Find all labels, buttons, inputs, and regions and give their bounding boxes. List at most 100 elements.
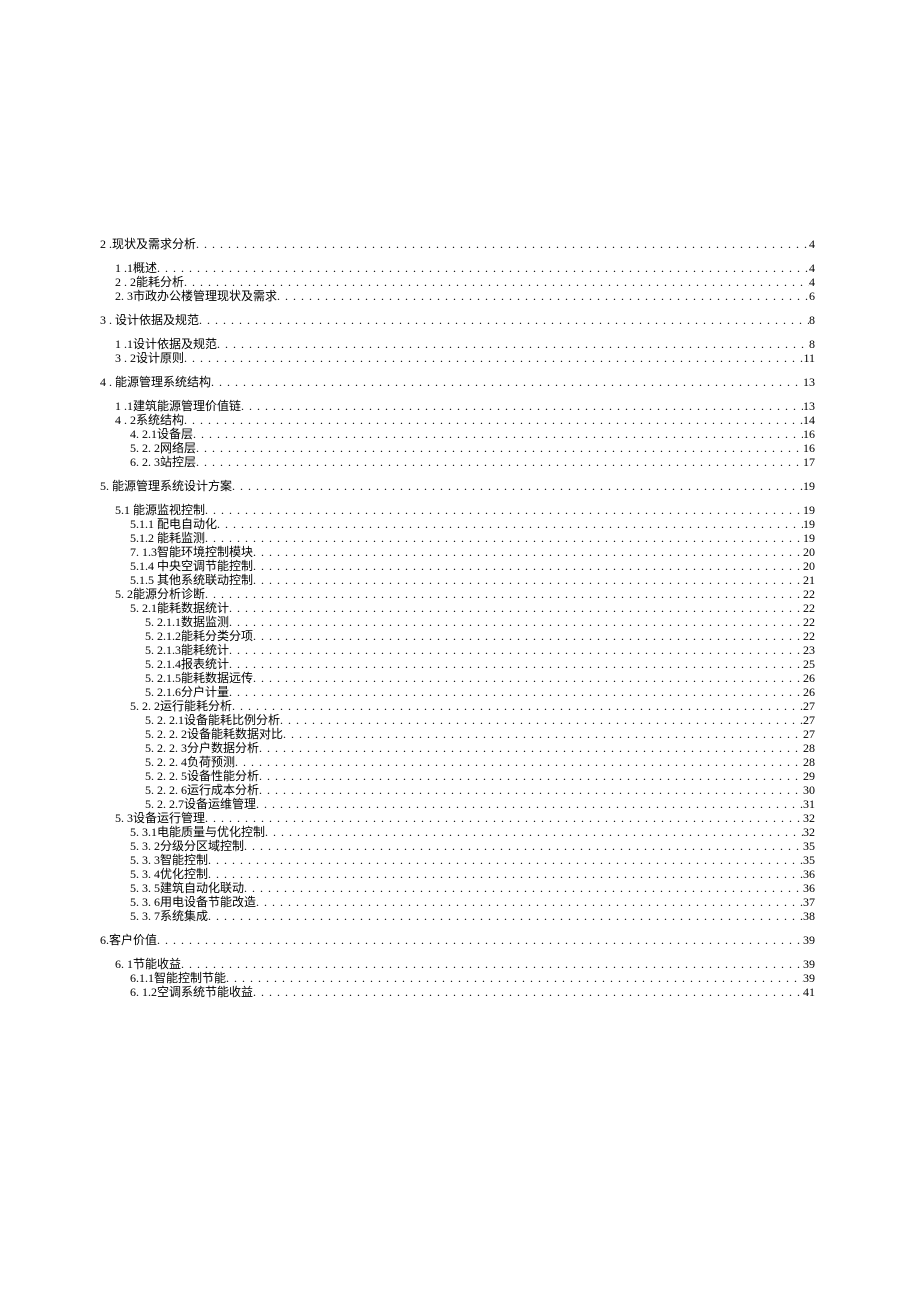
toc-leader-dots (157, 261, 809, 275)
toc-entry-label: 5. 2.1.6分户计量 (145, 685, 229, 699)
toc-entry-label: 5. 2.1.2能耗分类分项 (145, 629, 253, 643)
toc-entry-label: 5. 3. 2分级分区域控制 (130, 839, 244, 853)
toc-entry-page: 22 (803, 587, 815, 601)
toc-entry-label: 5.1.2 能耗监测 (130, 531, 205, 545)
toc-entry-page: 19 (803, 517, 815, 531)
toc-entry: 5. 2. 2. 4负荷预测28 (100, 755, 815, 769)
toc-leader-dots (196, 237, 809, 251)
toc-leader-dots (184, 275, 809, 289)
toc-leader-dots (211, 375, 803, 389)
toc-entry-page: 27 (803, 713, 815, 727)
toc-entry: 5. 2.1.6分户计量26 (100, 685, 815, 699)
toc-section-gap (100, 251, 815, 261)
toc-entry: 5. 2. 2. 6运行成本分析30 (100, 783, 815, 797)
toc-section-gap (100, 493, 815, 503)
toc-leader-dots (217, 517, 803, 531)
toc-entry-label: 5. 2.1.1数据监测 (145, 615, 229, 629)
toc-entry-page: 35 (803, 853, 815, 867)
toc-entry: 5. 2. 2网络层16 (100, 441, 815, 455)
toc-entry-page: 22 (803, 615, 815, 629)
toc-leader-dots (157, 933, 803, 947)
toc-entry-label: 5. 能源管理系统设计方案 (100, 479, 232, 493)
toc-entry: 5. 2.1.2能耗分类分项 22 (100, 629, 815, 643)
toc-entry: 5.1.4 中央空调节能控制20 (100, 559, 815, 573)
toc-entry-page: 19 (803, 503, 815, 517)
toc-entry-label: 5. 3. 3智能控制 (130, 853, 208, 867)
toc-entry: 5. 2.1能耗数据统计22 (100, 601, 815, 615)
toc-leader-dots (181, 957, 803, 971)
toc-entry: 5. 2. 2.1设备能耗比例分析27 (100, 713, 815, 727)
toc-entry-page: 30 (803, 783, 815, 797)
toc-leader-dots (232, 479, 803, 493)
toc-entry: 7. 1.3智能环境控制模块20 (100, 545, 815, 559)
toc-entry-page: 4 (809, 237, 815, 251)
toc-leader-dots (205, 587, 803, 601)
toc-leader-dots (256, 797, 803, 811)
toc-entry-page: 28 (803, 755, 815, 769)
toc-entry: 5. 2.1.4报表统计25 (100, 657, 815, 671)
toc-entry-label: 5.1.4 中央空调节能控制 (130, 559, 253, 573)
toc-entry-label: 6. 1节能收益 (115, 957, 181, 971)
toc-entry: 5.1.2 能耗监测19 (100, 531, 815, 545)
toc-leader-dots (232, 699, 803, 713)
toc-entry: 2 .现状及需求分析4 (100, 237, 815, 251)
toc-leader-dots (253, 671, 803, 685)
toc-leader-dots (253, 573, 803, 587)
toc-entry-label: 4. 2.1设备层 (130, 427, 193, 441)
toc-entry-page: 36 (803, 867, 815, 881)
toc-entry-page: 26 (803, 671, 815, 685)
toc-entry-page: 22 (803, 629, 815, 643)
toc-leader-dots (229, 685, 803, 699)
toc-entry: 5. 2. 2.7设备运维管理31 (100, 797, 815, 811)
toc-section-gap (100, 327, 815, 337)
toc-entry-label: 5. 2. 2. 3分户数据分析 (145, 741, 259, 755)
toc-entry: 5.1 能源监视控制19 (100, 503, 815, 517)
toc-leader-dots (283, 727, 803, 741)
toc-entry: 2 . 2能耗分析4 (100, 275, 815, 289)
toc-leader-dots (253, 559, 803, 573)
toc-leader-dots (217, 337, 809, 351)
toc-entry-label: 5. 2. 2. 2设备能耗数据对比 (145, 727, 283, 741)
toc-entry-label: 2. 3市政办公楼管理现状及需求 (115, 289, 277, 303)
toc-entry-page: 11 (803, 351, 815, 365)
toc-entry: 5. 3. 4优化控制36 (100, 867, 815, 881)
toc-entry: 3 . 2设计原则 11 (100, 351, 815, 365)
toc-entry: 6.客户价值39 (100, 933, 815, 947)
toc-entry: 5. 2. 2. 3分户数据分析28 (100, 741, 815, 755)
toc-entry-label: 5. 2. 2.7设备运维管理 (145, 797, 256, 811)
toc-entry: 4 . 能源管理系统结构13 (100, 375, 815, 389)
toc-entry: 6. 1节能收益39 (100, 957, 815, 971)
toc-entry-page: 8 (809, 337, 815, 351)
toc-leader-dots (241, 399, 803, 413)
toc-entry-page: 39 (803, 933, 815, 947)
toc-entry-page: 6 (809, 289, 815, 303)
toc-entry-label: 5. 2. 2. 5设备性能分析 (145, 769, 259, 783)
toc-entry-page: 25 (803, 657, 815, 671)
toc-entry-page: 14 (803, 413, 815, 427)
toc-entry: 5. 能源管理系统设计方案19 (100, 479, 815, 493)
toc-entry-label: 3 . 设计依据及规范 (100, 313, 199, 327)
toc-entry: 5. 3.1电能质量与优化控制 32 (100, 825, 815, 839)
toc-leader-dots (253, 545, 803, 559)
toc-entry-label: 2 . 2能耗分析 (115, 275, 184, 289)
toc-entry-page: 29 (803, 769, 815, 783)
toc-leader-dots (196, 455, 803, 469)
toc-section-gap (100, 303, 815, 313)
toc-entry-page: 13 (803, 399, 815, 413)
toc-leader-dots (277, 289, 809, 303)
toc-entry-page: 23 (803, 643, 815, 657)
toc-entry-label: 5. 2. 2运行能耗分析 (130, 699, 232, 713)
toc-leader-dots (208, 853, 803, 867)
table-of-contents: 2 .现状及需求分析41 .1概述42 . 2能耗分析42. 3市政办公楼管理现… (100, 237, 815, 999)
toc-entry-page: 39 (803, 971, 815, 985)
toc-section-gap (100, 389, 815, 399)
toc-entry: 6. 1.2空调系统节能收益41 (100, 985, 815, 999)
toc-leader-dots (193, 427, 803, 441)
toc-entry-label: 3 . 2设计原则 (115, 351, 184, 365)
toc-entry-label: 5. 2. 2网络层 (130, 441, 196, 455)
toc-entry-label: 5. 3.1电能质量与优化控制 (130, 825, 265, 839)
toc-entry-label: 5. 2能源分析诊断 (115, 587, 205, 601)
toc-entry-page: 41 (803, 985, 815, 999)
toc-entry-page: 32 (803, 825, 815, 839)
toc-entry-label: 5. 2.1.5能耗数据远传 (145, 671, 253, 685)
